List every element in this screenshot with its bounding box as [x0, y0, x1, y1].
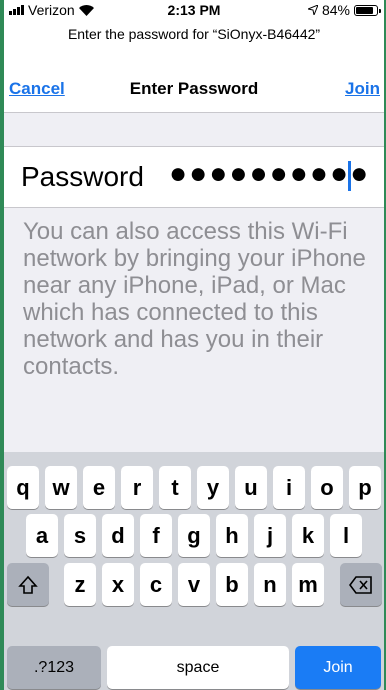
key-a[interactable]: a [26, 514, 58, 557]
keyboard: qwertyuiop asdfghjkl zxcvbnm .?123 space… [4, 452, 384, 690]
key-h[interactable]: h [216, 514, 248, 557]
navigation-bar: Cancel Enter Password Join [4, 48, 384, 113]
key-i[interactable]: i [273, 466, 305, 509]
key-v[interactable]: v [178, 563, 210, 606]
key-e[interactable]: e [83, 466, 115, 509]
key-d[interactable]: d [102, 514, 134, 557]
key-t[interactable]: t [159, 466, 191, 509]
key-s[interactable]: s [64, 514, 96, 557]
delete-key[interactable] [340, 563, 382, 606]
space-key[interactable]: space [107, 646, 289, 689]
key-m[interactable]: m [292, 563, 324, 606]
shift-icon [18, 575, 38, 594]
key-r[interactable]: r [121, 466, 153, 509]
key-q[interactable]: q [7, 466, 39, 509]
key-x[interactable]: x [102, 563, 134, 606]
key-k[interactable]: k [292, 514, 324, 557]
key-n[interactable]: n [254, 563, 286, 606]
join-button[interactable]: Join [345, 79, 380, 99]
info-text: You can also access this Wi-Fi network b… [23, 218, 366, 380]
keyboard-join-key[interactable]: Join [295, 646, 381, 689]
delete-icon [349, 575, 372, 594]
key-z[interactable]: z [64, 563, 96, 606]
key-u[interactable]: u [235, 466, 267, 509]
status-bar: Verizon 2:13 PM 84% [4, 0, 384, 20]
password-field[interactable]: Password ●●●●●●●●●● [4, 146, 384, 208]
numbers-key[interactable]: .?123 [7, 646, 101, 689]
key-y[interactable]: y [197, 466, 229, 509]
key-c[interactable]: c [140, 563, 172, 606]
status-right: 84% [307, 2, 381, 18]
key-p[interactable]: p [349, 466, 381, 509]
key-b[interactable]: b [216, 563, 248, 606]
key-w[interactable]: w [45, 466, 77, 509]
page-title: Enter Password [129, 79, 259, 98]
battery-fill [356, 6, 373, 14]
key-l[interactable]: l [330, 514, 362, 557]
password-label: Password [21, 161, 144, 192]
shift-key[interactable] [7, 563, 49, 606]
battery-icon [354, 4, 381, 16]
text-cursor [348, 161, 351, 191]
wifi-password-screen: Verizon 2:13 PM 84% Enter the password f… [4, 0, 384, 690]
battery-percent: 84% [321, 2, 350, 18]
network-prompt: Enter the password for “SiOnyx-B46442” [4, 20, 384, 48]
key-o[interactable]: o [311, 466, 343, 509]
key-j[interactable]: j [254, 514, 286, 557]
key-g[interactable]: g [178, 514, 210, 557]
location-arrow-icon [307, 5, 318, 15]
key-f[interactable]: f [140, 514, 172, 557]
password-input[interactable]: ●●●●●●●●●● [169, 157, 370, 191]
